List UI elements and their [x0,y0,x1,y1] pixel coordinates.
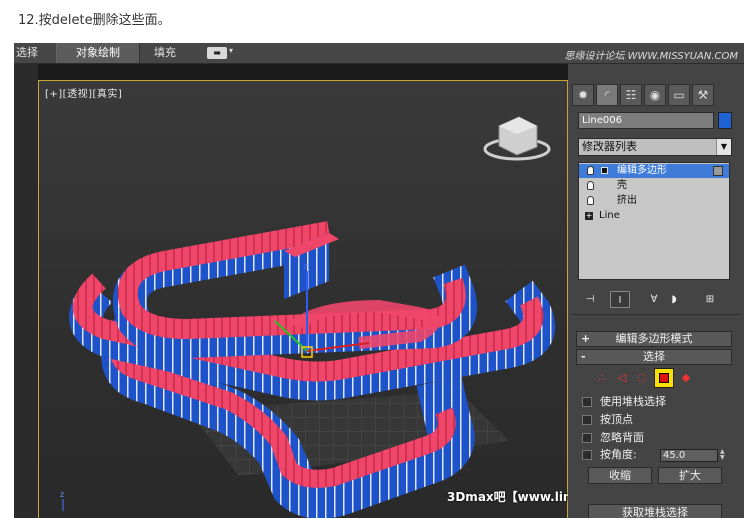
modifier-list-label: 修改器列表 [582,140,637,153]
perspective-viewport[interactable]: z z [+][透视][真实] [38,80,568,518]
lightbulb-icon[interactable] [587,181,594,190]
svg-text:z: z [60,490,64,499]
stack-item-line[interactable]: + Line [579,209,729,223]
pin-stack-icon[interactable]: ⊣ [580,291,600,308]
by-angle[interactable]: 按角度: 45.0 ▲ ▼ [582,448,732,462]
shrink-button[interactable]: 收缩 [588,467,652,484]
expand-icon[interactable]: + [585,212,593,220]
tab-selection[interactable]: 选择 [16,43,46,63]
ribbon-tabs: 选择 对象绘制 填充 ▬ ▾ 思缘设计论坛 WWW.MISSYUAN.COM [14,43,744,64]
chevron-down-icon[interactable]: ▾ [229,46,233,55]
lightbulb-icon[interactable] [587,166,594,175]
motion-icon[interactable]: ◉ [644,84,666,106]
expand-icon[interactable] [601,167,608,174]
configure-sets-icon[interactable]: ⊞ [700,291,720,308]
command-panel: ✹ ◜ ☷ ◉ ▭ ⚒ Line006 修改器列表 ▼ 编辑多边形 壳 挤出 +… [568,64,744,518]
modifier-swatch-icon [713,166,723,176]
viewport-scene: z z [60,116,555,518]
rollout-edit-poly-mode[interactable]: + 编辑多边形模式 [576,331,732,347]
remove-modifier-icon[interactable]: ◗ [664,291,684,308]
ribbon-options-icon[interactable]: ▬ [207,47,227,59]
modifier-stack: 编辑多边形 壳 挤出 + Line [578,162,730,280]
use-stack-selection[interactable]: 使用堆栈选择 [582,395,732,409]
stack-toolbar: ⊣ Ⅰ ∀ ◗ ⊞ [578,291,732,309]
checkbox[interactable] [582,415,592,425]
display-icon[interactable]: ▭ [668,84,690,106]
object-color-swatch[interactable] [718,112,732,129]
modifier-list-dropdown[interactable]: 修改器列表 ▼ [578,138,732,156]
sun-icon[interactable]: ✹ [572,84,594,106]
checkbox[interactable] [582,433,592,443]
viewport-label[interactable]: [+][透视][真实] [45,85,122,100]
make-unique-icon[interactable]: ∀ [644,291,664,308]
by-vertex[interactable]: 按顶点 [582,413,732,427]
divider [572,314,740,315]
ignore-backfacing[interactable]: 忽略背面 [582,431,732,445]
hierarchy-icon[interactable]: ☷ [620,84,642,106]
spinner-icon[interactable]: ▲ ▼ [720,449,728,462]
grow-button[interactable]: 扩大 [658,467,722,484]
stack-item-edit-poly[interactable]: 编辑多边形 [579,164,729,178]
max-application: 选择 对象绘制 填充 ▬ ▾ 思缘设计论坛 WWW.MISSYUAN.COM z… [14,43,744,518]
get-stack-selection-button[interactable]: 获取堆栈选择 [588,504,722,518]
lightbulb-icon[interactable] [587,196,594,205]
tab-populate[interactable]: 填充 [154,43,194,63]
tutorial-caption: 12.按delete删除这些面。 [18,13,171,28]
svg-text:z: z [303,262,308,272]
subobject-selector: ∴ ◁ ◌ ◆ [590,368,710,390]
rollout-selection[interactable]: - 选择 [576,349,732,365]
angle-input[interactable]: 45.0 [660,449,718,462]
object-name-field[interactable]: Line006 [578,112,714,129]
curve-icon[interactable]: ◜ [596,84,618,106]
tab-object-paint[interactable]: 对象绘制 [56,43,140,63]
chevron-down-icon[interactable]: ▼ [716,139,731,155]
stack-item-extrude[interactable]: 挤出 [579,194,729,208]
polygon-icon[interactable] [654,368,674,388]
checkbox[interactable] [582,450,592,460]
left-toolbar [14,64,38,518]
element-icon[interactable]: ◆ [680,372,692,384]
checkbox[interactable] [582,397,592,407]
edge-icon[interactable]: ◁ [616,372,628,384]
vertex-icon[interactable]: ∴ [596,372,608,384]
show-end-result-icon[interactable]: Ⅰ [610,291,630,308]
stack-item-shell[interactable]: 壳 [579,179,729,193]
site-logo: 思缘设计论坛 WWW.MISSYUAN.COM [564,51,738,62]
hammer-icon[interactable]: ⚒ [692,84,714,106]
border-icon[interactable]: ◌ [636,372,648,384]
